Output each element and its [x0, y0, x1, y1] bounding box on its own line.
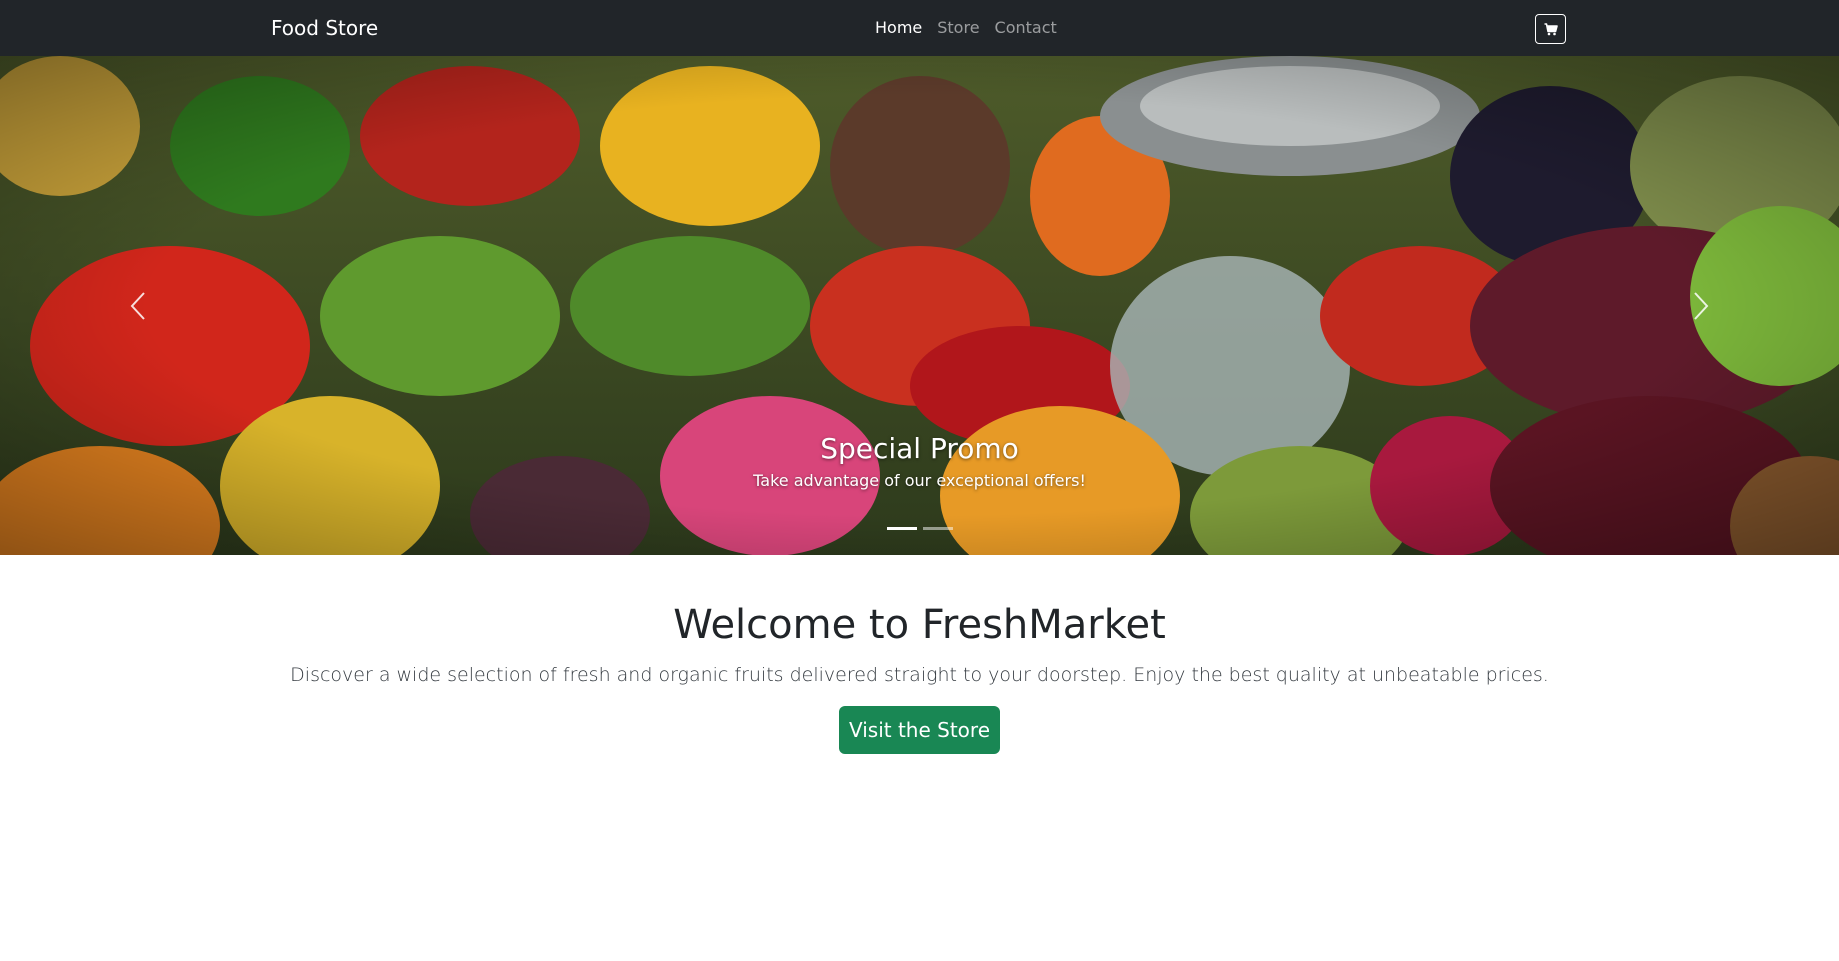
caption-text: Take advantage of our exceptional offers… [753, 471, 1086, 490]
chevron-left-icon [130, 291, 145, 320]
cart-icon [1544, 22, 1558, 35]
navbar: Food Store Home Store Contact [0, 0, 1839, 56]
caption-title: Special Promo [820, 432, 1019, 465]
hero-lead-text: Discover a wide selection of fresh and o… [290, 664, 1549, 686]
visit-store-button[interactable]: Visit the Store [839, 706, 1000, 754]
carousel-indicator-2[interactable] [922, 527, 953, 530]
carousel-caption: Special Promo Take advantage of our exce… [0, 432, 1839, 492]
brand-link[interactable]: Food Store [271, 15, 378, 41]
nav-link-home[interactable]: Home [875, 18, 922, 38]
nav-link-contact[interactable]: Contact [995, 18, 1057, 38]
chevron-right-icon [1694, 291, 1709, 320]
carousel-indicators [0, 527, 1839, 530]
nav-links: Home Store Contact [875, 18, 1072, 38]
hero-carousel: Special Promo Take advantage of our exce… [0, 56, 1839, 555]
carousel-indicator-1[interactable] [886, 527, 917, 530]
cart-button[interactable] [1535, 14, 1566, 44]
nav-link-store[interactable]: Store [937, 18, 979, 38]
page-title: Welcome to FreshMarket [673, 602, 1166, 648]
